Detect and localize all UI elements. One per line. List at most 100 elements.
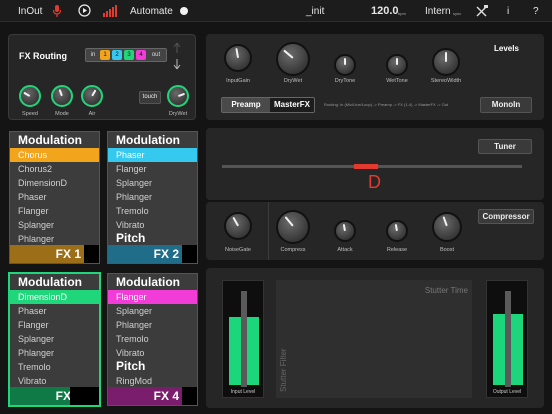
routing-slot-4[interactable]: 4 xyxy=(136,50,146,60)
fx1-item-phlanger[interactable]: Phlanger xyxy=(10,232,99,246)
automate-toggle[interactable] xyxy=(180,7,188,15)
fx4-item-splanger[interactable]: Splanger xyxy=(108,304,197,318)
fx1-item-flanger[interactable]: Flanger xyxy=(10,204,99,218)
output-fader[interactable] xyxy=(505,291,511,387)
mode-label: Mode xyxy=(55,111,69,117)
routing-arrows-icon[interactable] xyxy=(172,41,182,71)
fx4-item-flanger[interactable]: Flanger xyxy=(108,290,197,304)
top-bar: InOut Automate _init 120.0 bpm Intern sy… xyxy=(0,0,552,22)
tools-icon[interactable] xyxy=(476,5,488,17)
air-label: Air xyxy=(88,111,96,117)
fx2-item-vibrato[interactable]: Vibrato xyxy=(108,218,197,232)
routing-description: Routing: In (Mic/Line/Loop) -> Preamp ->… xyxy=(324,102,449,107)
input-meter: Input Level xyxy=(222,280,264,398)
fx1-item-chorus[interactable]: Chorus xyxy=(10,148,99,162)
fx1-item-phaser[interactable]: Phaser xyxy=(10,190,99,204)
fx1-item-dimensiond[interactable]: DimensionD xyxy=(10,176,99,190)
fx1-item-splanger[interactable]: Splanger xyxy=(10,218,99,232)
fx3-footer[interactable]: FX 3 xyxy=(10,387,99,405)
attack-knob[interactable] xyxy=(334,220,356,242)
preamp-masterfx-toggle[interactable]: Preamp MasterFX xyxy=(221,97,315,113)
sync-mode[interactable]: Intern xyxy=(425,6,451,17)
automate-label[interactable]: Automate xyxy=(130,6,173,17)
noisegate-label: NoiseGate xyxy=(225,247,251,253)
release-knob[interactable] xyxy=(386,220,408,242)
fx2-item-phaser[interactable]: Phaser xyxy=(108,148,197,162)
levels-panel: Levels InputGain DryWet DryTone WetTone … xyxy=(206,34,544,120)
monoin-button[interactable]: MonoIn xyxy=(480,97,532,113)
fx2-item-splanger[interactable]: Splanger xyxy=(108,176,197,190)
help-icon[interactable]: ? xyxy=(533,6,539,17)
fx1-footer[interactable]: FX 1 xyxy=(10,245,99,263)
input-meter-fill-left xyxy=(229,317,241,385)
noisegate-knob[interactable] xyxy=(224,212,252,240)
info-icon[interactable]: i xyxy=(507,6,509,17)
input-fader[interactable] xyxy=(241,291,247,387)
fx4-item-phlanger[interactable]: Phlanger xyxy=(108,318,197,332)
speed-knob[interactable] xyxy=(19,85,41,107)
fx4-item-ringmod[interactable]: RingMod xyxy=(108,374,197,388)
fx3-item-phlanger[interactable]: Phlanger xyxy=(10,346,99,360)
fx3-item-phaser[interactable]: Phaser xyxy=(10,304,99,318)
inout-label[interactable]: InOut xyxy=(18,6,42,17)
fx-routing-panel: FX Routing in 1 2 3 4 out Speed Mode Air… xyxy=(8,34,196,120)
preset-name[interactable]: _init xyxy=(306,6,324,17)
fx2-panel: Modulation Phaser Flanger Splanger Phlan… xyxy=(107,131,198,264)
boost-label: Boost xyxy=(439,247,455,253)
compress-label: Compress xyxy=(280,247,306,253)
routing-slot-3[interactable]: 3 xyxy=(124,50,134,60)
fx1-item-chorus2[interactable]: Chorus2 xyxy=(10,162,99,176)
compress-knob[interactable] xyxy=(276,210,310,244)
release-label: Release xyxy=(386,247,408,253)
fx3-item-dimensiond[interactable]: DimensionD xyxy=(10,290,99,304)
stereowidth-knob[interactable] xyxy=(432,48,460,76)
masterfx-button[interactable]: MasterFX xyxy=(270,98,314,112)
tempo-value[interactable]: 120.0 xyxy=(371,5,399,17)
fx2-item-phlanger[interactable]: Phlanger xyxy=(108,190,197,204)
stutter-time-label: Stutter Time xyxy=(424,286,468,295)
fx2-item-tremolo[interactable]: Tremolo xyxy=(108,204,197,218)
drywet-level-knob[interactable] xyxy=(276,42,310,76)
inputgain-knob[interactable] xyxy=(224,44,252,72)
mode-knob[interactable] xyxy=(51,85,73,107)
tuner-note: D xyxy=(368,172,381,192)
attack-label: Attack xyxy=(337,247,353,253)
fx2-footer[interactable]: FX 2 xyxy=(108,245,197,263)
output-meter: Output Level xyxy=(486,280,528,398)
fx4-item-tremolo[interactable]: Tremolo xyxy=(108,332,197,346)
input-meter-fill-right xyxy=(247,317,259,385)
fx1-header: Modulation xyxy=(10,132,99,148)
speed-label: Speed xyxy=(22,111,38,117)
routing-chain[interactable]: in 1 2 3 4 out xyxy=(85,48,167,62)
air-knob[interactable] xyxy=(81,85,103,107)
stutter-panel: Input Level Stutter Time Stutter Filter … xyxy=(206,268,544,408)
compressor-button[interactable]: Compressor xyxy=(478,209,534,224)
fx4-footer[interactable]: FX 4 xyxy=(108,387,197,405)
level-bars-icon[interactable] xyxy=(103,4,117,17)
routing-slot-2[interactable]: 2 xyxy=(112,50,122,60)
stutter-pad[interactable]: Stutter Time Stutter Filter xyxy=(276,280,472,398)
mic-icon[interactable] xyxy=(52,4,62,18)
fx3-item-vibrato[interactable]: Vibrato xyxy=(10,374,99,388)
drytone-knob[interactable] xyxy=(334,54,356,76)
drytone-label: DryTone xyxy=(334,78,356,84)
output-meter-fill-left xyxy=(493,313,505,385)
fx4-item-vibrato[interactable]: Vibrato xyxy=(108,346,197,360)
fx3-panel: Modulation DimensionD Phaser Flanger Spl… xyxy=(8,272,101,407)
fx3-item-flanger[interactable]: Flanger xyxy=(10,318,99,332)
drywet-knob[interactable] xyxy=(167,85,189,107)
fx3-item-tremolo[interactable]: Tremolo xyxy=(10,360,99,374)
tuner-button[interactable]: Tuner xyxy=(478,139,532,154)
fx-routing-title: FX Routing xyxy=(19,51,67,61)
routing-slot-1[interactable]: 1 xyxy=(100,50,110,60)
preamp-button[interactable]: Preamp xyxy=(222,98,270,112)
fx2-item-flanger[interactable]: Flanger xyxy=(108,162,197,176)
fx3-item-splanger[interactable]: Splanger xyxy=(10,332,99,346)
play-icon[interactable] xyxy=(78,4,91,17)
routing-out: out xyxy=(151,52,161,58)
touch-button[interactable]: touch xyxy=(139,91,161,104)
wettone-knob[interactable] xyxy=(386,54,408,76)
boost-knob[interactable] xyxy=(432,212,462,242)
fx4-header: Modulation xyxy=(108,274,197,290)
inputgain-label: InputGain xyxy=(226,78,250,84)
